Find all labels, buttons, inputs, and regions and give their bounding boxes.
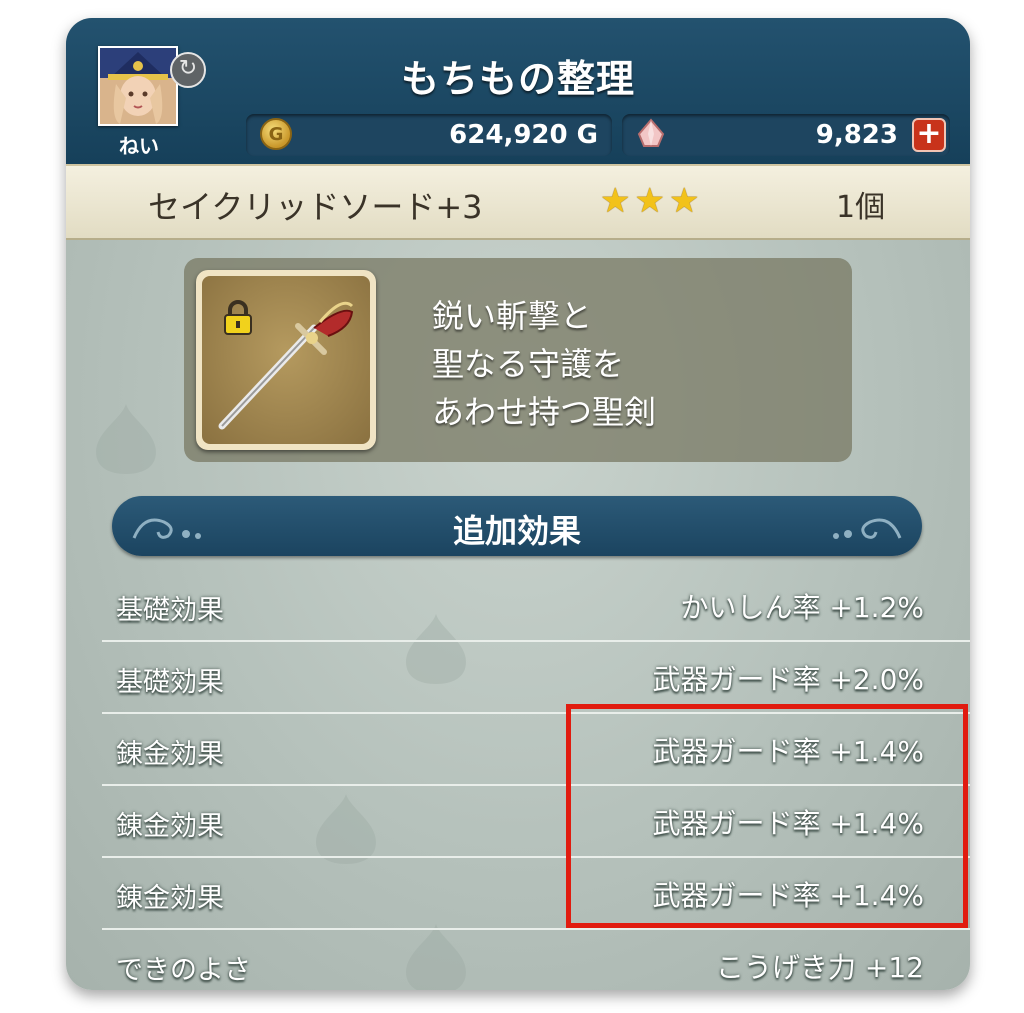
- effect-value: かいしん率 +1.2%: [680, 591, 925, 624]
- star-icon: ★: [600, 181, 631, 221]
- item-count: 1個: [836, 190, 886, 225]
- ornament-right-icon: [833, 518, 902, 539]
- item-description: 鋭い斬撃と 聖なる守護を あわせ持つ聖剣: [432, 292, 656, 436]
- star-icon: ★: [668, 181, 700, 221]
- description-line: あわせ持つ聖剣: [432, 393, 657, 431]
- description-line: 聖なる守護を: [432, 345, 625, 383]
- red-highlight-box: [566, 704, 968, 928]
- plus-icon: +: [916, 116, 942, 151]
- gold-amount: 624,920 G: [449, 120, 598, 150]
- gem-display: 9,823 +: [622, 114, 950, 156]
- effect-type: 基礎効果: [116, 667, 224, 698]
- effect-value: こうげき力 +12: [716, 951, 924, 984]
- star-icon: ★: [634, 181, 665, 221]
- effect-row: できのよさ こうげき力 +12: [102, 930, 970, 990]
- gold-coin-icon: G: [260, 118, 292, 150]
- effects-title: 追加効果: [452, 512, 581, 550]
- gem-amount: 9,823: [815, 120, 898, 150]
- effect-type: 錬金効果: [116, 739, 224, 770]
- effect-type: 基礎効果: [116, 595, 224, 626]
- gem-icon: [637, 118, 665, 147]
- effect-row: 基礎効果 かいしん率 +1.2%: [102, 570, 970, 642]
- description-line: 鋭い斬撃と: [432, 297, 593, 335]
- item-name: セイクリッドソード+3: [148, 188, 483, 226]
- effect-type: できのよさ: [116, 955, 251, 986]
- avatar[interactable]: [98, 46, 178, 126]
- buy-gems-button[interactable]: +: [912, 118, 946, 152]
- item-title-bar: セイクリッドソード+3 ★ ★ ★ 1個: [66, 164, 970, 240]
- item-detail-box: 鋭い斬撃と 聖なる守護を あわせ持つ聖剣: [184, 258, 852, 462]
- background-slime-pattern: [96, 404, 156, 474]
- gold-display: G 624,920 G: [246, 114, 612, 156]
- header-bar: もちもの整理 ↻ ねい G 624,920 G 9,823 +: [66, 18, 970, 164]
- rarity-stars: ★ ★ ★: [600, 184, 703, 218]
- additional-effects-header: 追加効果: [112, 496, 922, 556]
- sword-icon: [218, 301, 354, 430]
- player-name: ねい: [119, 134, 159, 158]
- character-portrait-icon: [100, 48, 176, 124]
- effect-type: 錬金効果: [116, 883, 224, 914]
- effect-type: 錬金効果: [116, 811, 224, 842]
- effect-value: 武器ガード率 +2.0%: [652, 663, 925, 696]
- item-icon-frame[interactable]: [196, 270, 376, 450]
- swap-character-icon[interactable]: ↻: [170, 52, 206, 88]
